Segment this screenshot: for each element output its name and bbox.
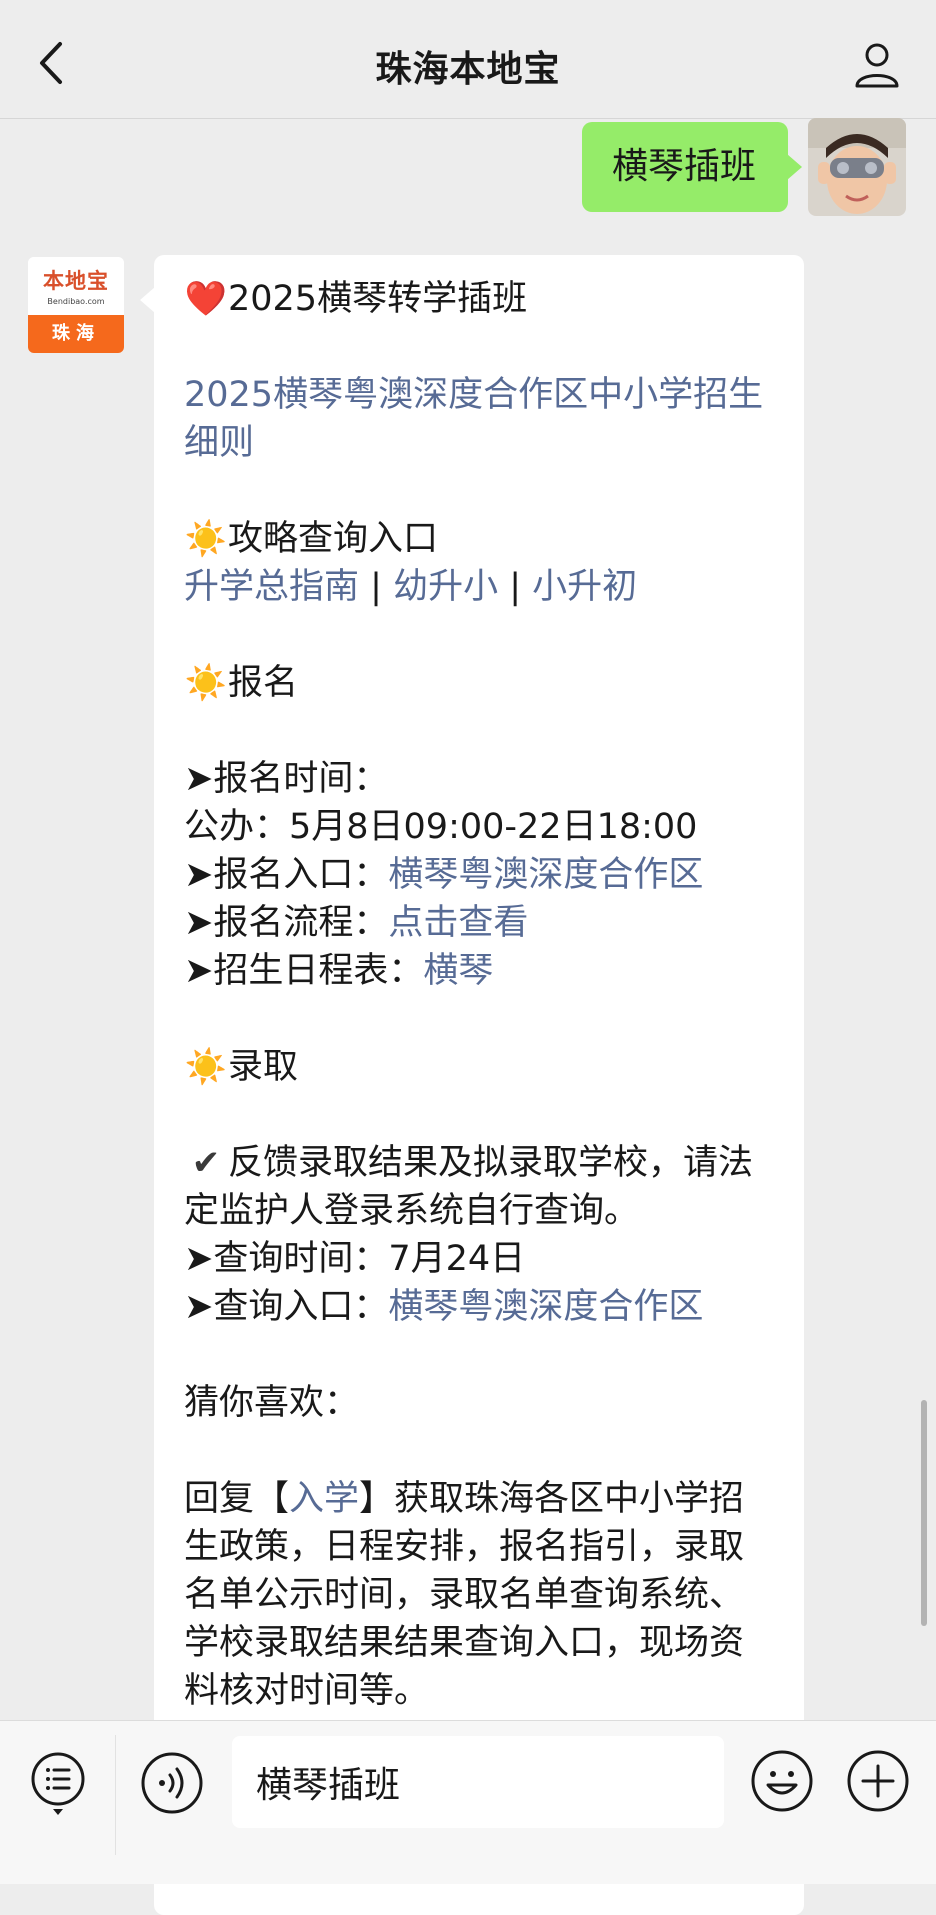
emoji-icon[interactable]: [750, 1749, 814, 1813]
sun-icon: ☀️: [184, 663, 228, 703]
avatar-logo-text: 本地宝: [43, 268, 109, 293]
incoming-message: ❤️2025横琴转学插班 2025横琴粤澳深度合作区中小学招生细则 ☀️攻略查询…: [140, 255, 804, 1915]
outgoing-message[interactable]: 横琴插班: [581, 122, 803, 212]
signup-heading: 报名: [228, 663, 299, 703]
more-plus-icon[interactable]: [846, 1749, 910, 1813]
signup-entry-line: ➤报名入口：横琴粤澳深度合作区: [184, 851, 774, 899]
guide-link-primary-to-middle[interactable]: 小升初: [532, 567, 637, 607]
guide-separator: |: [498, 567, 533, 607]
top-bar: 珠海本地宝: [0, 0, 936, 119]
signup-time-label: ➤报名时间：: [184, 759, 389, 799]
guide-link-kindergarten-to-primary[interactable]: 幼升小: [393, 567, 498, 607]
voice-icon[interactable]: [140, 1751, 204, 1815]
signup-flow-label: ➤报名流程：: [184, 903, 389, 943]
message-title: 2025横琴转学插班: [228, 279, 528, 319]
official-account-avatar[interactable]: 本地宝 Bendibao.com 珠海: [28, 257, 124, 353]
schedule-link[interactable]: 横琴: [423, 951, 493, 991]
signup-entry-link[interactable]: 横琴粤澳深度合作区: [388, 855, 703, 895]
signup-flow-link[interactable]: 点击查看: [388, 903, 528, 943]
rules-line: 2025横琴粤澳深度合作区中小学招生细则: [184, 371, 774, 467]
query-entry-link[interactable]: 横琴粤澳深度合作区: [388, 1287, 703, 1327]
admit-heading: 录取: [228, 1047, 299, 1087]
signup-heading-line: ☀️报名: [184, 659, 774, 707]
admit-note: 反馈录取结果及拟录取学校，请法定监护人登录系统自行查询。: [184, 1143, 754, 1231]
avatar-city-label: 珠海: [28, 315, 124, 353]
admit-note-line: ✔ 反馈录取结果及拟录取学校，请法定监护人登录系统自行查询。: [184, 1139, 774, 1235]
rules-link[interactable]: 2025横琴粤澳深度合作区中小学招生细则: [184, 375, 763, 463]
guide-heading-line: ☀️攻略查询入口: [184, 515, 774, 563]
heart-icon: ❤️: [184, 279, 228, 319]
message-title-line: ❤️2025横琴转学插班: [184, 275, 774, 323]
guide-link-overall[interactable]: 升学总指南: [184, 567, 359, 607]
check-icon: ✔: [191, 1143, 221, 1183]
scroll-indicator[interactable]: [921, 1400, 927, 1626]
reply-keyword-link[interactable]: 入学: [289, 1479, 359, 1519]
query-entry-line: ➤查询入口：横琴粤澳深度合作区: [184, 1283, 774, 1331]
guide-links-line: 升学总指南 | 幼升小 | 小升初: [184, 563, 774, 611]
signup-time-value: 公办：5月8日09:00-22日18:00: [184, 807, 698, 847]
avatar-logo-domain: Bendibao.com: [47, 297, 105, 306]
query-entry-label: ➤查询入口：: [184, 1287, 389, 1327]
user-avatar[interactable]: [808, 118, 906, 216]
reply-hint: 回复【入学】获取珠海各区中小学招生政策，日程安排，报名指引，录取名单公示时间，录…: [184, 1475, 774, 1715]
reply-prefix: 回复【: [184, 1479, 290, 1519]
avatar-logo: 本地宝 Bendibao.com: [28, 257, 124, 315]
guide-separator: |: [359, 567, 394, 607]
sun-icon: ☀️: [184, 519, 228, 559]
schedule-label: ➤招生日程表：: [184, 951, 424, 991]
sun-icon: ☀️: [184, 1047, 228, 1087]
signup-entry-label: ➤报名入口：: [184, 855, 389, 895]
profile-icon[interactable]: [852, 40, 902, 90]
query-time: ➤查询时间：7月24日: [184, 1239, 526, 1279]
recommend-heading: 猜你喜欢：: [184, 1383, 360, 1423]
chat-title: 珠海本地宝: [375, 49, 561, 90]
signup-flow-line: ➤报名流程：点击查看: [184, 899, 774, 947]
message-input[interactable]: [232, 1736, 724, 1828]
message-body: ❤️2025横琴转学插班 2025横琴粤澳深度合作区中小学招生细则 ☀️攻略查询…: [154, 255, 804, 1715]
schedule-line: ➤招生日程表：横琴: [184, 947, 774, 995]
guide-heading: 攻略查询入口: [228, 519, 439, 559]
divider: [115, 1735, 116, 1855]
admit-heading-line: ☀️录取: [184, 1043, 774, 1091]
input-bar: [0, 1720, 936, 1884]
menu-icon[interactable]: [30, 1751, 86, 1817]
